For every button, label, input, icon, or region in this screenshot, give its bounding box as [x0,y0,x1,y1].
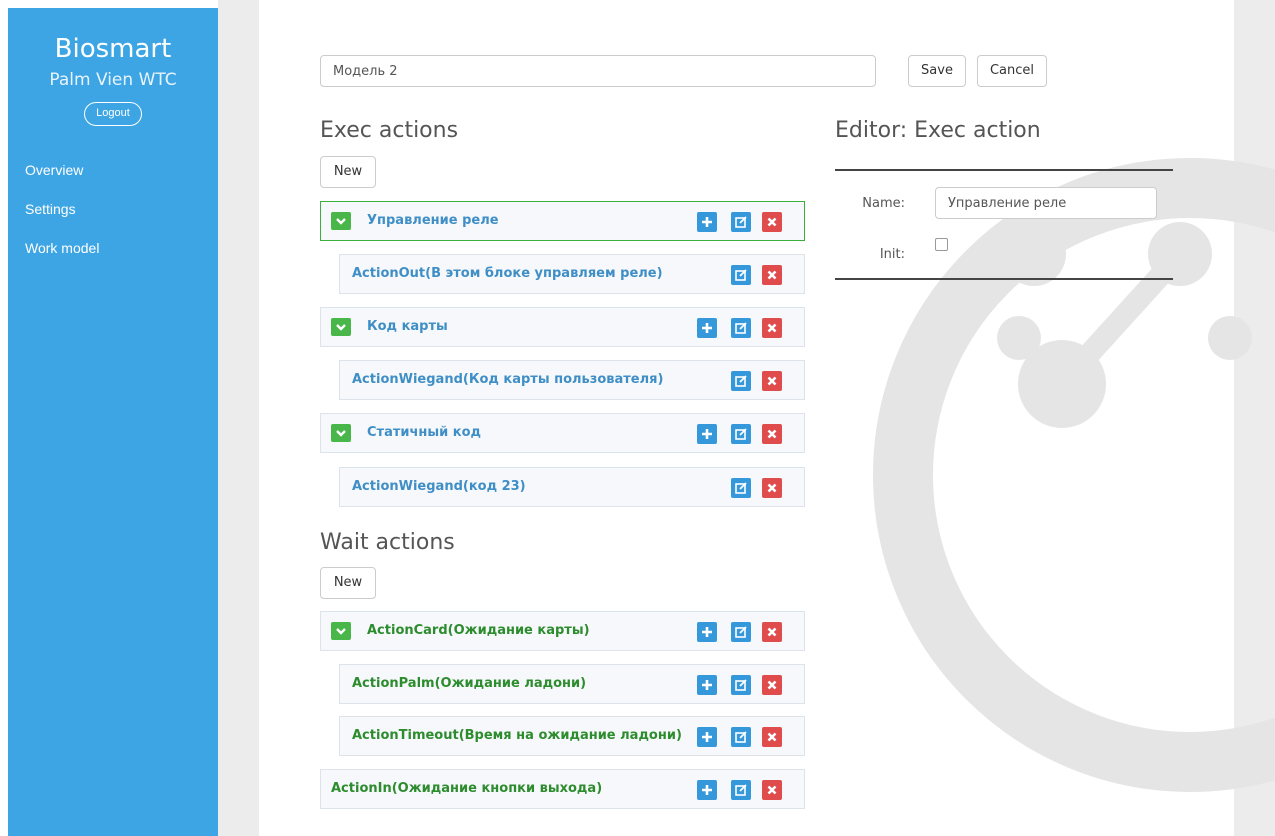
init-checkbox[interactable] [935,238,948,251]
row-label: ActionCard(Ожидание карты) [367,623,590,638]
edit-icon[interactable] [731,478,751,498]
row-label: ActionIn(Ожидание кнопки выхода) [331,781,603,796]
close-icon[interactable] [762,265,782,285]
wait-action-row[interactable]: ActionIn(Ожидание кнопки выхода) [320,769,805,809]
chevron-down-icon[interactable] [331,622,351,640]
edit-icon[interactable] [731,318,751,338]
exec-action-row[interactable]: Статичный код [320,413,805,453]
close-icon[interactable] [762,318,782,338]
close-icon[interactable] [762,780,782,800]
exec-action-row[interactable]: Код карты [320,307,805,347]
plus-icon[interactable] [697,212,717,232]
plus-icon[interactable] [697,424,717,444]
plus-icon[interactable] [697,318,717,338]
model-name-input[interactable] [320,55,876,87]
edit-icon[interactable] [731,675,751,695]
close-icon[interactable] [762,212,782,232]
exec-action-row[interactable]: Управление реле [320,201,805,241]
row-label: Код карты [367,319,448,334]
exec-action-subrow[interactable]: ActionWiegand(Код карты пользователя) [339,360,805,400]
chevron-down-icon[interactable] [331,212,351,230]
edit-icon[interactable] [731,622,751,642]
logout-button[interactable]: Logout [84,102,142,126]
plus-icon[interactable] [697,727,717,747]
exec-new-button[interactable]: New [320,156,376,188]
row-label: Статичный код [367,425,482,440]
close-icon[interactable] [762,622,782,642]
row-label: ActionOut(В этом блоке управляем реле) [352,266,663,281]
brand-title: Biosmart [54,34,172,64]
close-icon[interactable] [762,371,782,391]
wait-action-subrow[interactable]: ActionPalm(Ожидание ладони) [339,664,805,704]
sidebar-item-work-model[interactable]: Work model [8,240,218,279]
wait-new-button[interactable]: New [320,567,376,599]
plus-icon[interactable] [697,675,717,695]
row-label: ActionPalm(Ожидание ладони) [352,676,587,691]
editor-divider-bottom [835,278,1173,280]
wait-actions-title: Wait actions [320,530,455,555]
edit-icon[interactable] [731,371,751,391]
sidebar-item-settings[interactable]: Settings [8,201,218,240]
chevron-down-icon[interactable] [331,424,351,442]
plus-icon[interactable] [697,780,717,800]
edit-icon[interactable] [731,212,751,232]
close-icon[interactable] [762,478,782,498]
row-label: ActionWiegand(Код карты пользователя) [352,372,664,387]
exec-action-subrow[interactable]: ActionOut(В этом блоке управляем реле) [339,254,805,294]
sidebar-nav: Overview Settings Work model [8,162,218,279]
main-content: Save Cancel Exec actions New Управление … [259,0,1234,836]
init-label: Init: [879,247,905,262]
sidebar-item-overview[interactable]: Overview [8,162,218,201]
close-icon[interactable] [762,727,782,747]
close-icon[interactable] [762,424,782,444]
editor-title: Editor: Exec action [835,118,1041,143]
plus-icon[interactable] [697,622,717,642]
brand-subtitle: Palm Vien WTC [49,70,177,90]
wait-action-row[interactable]: ActionCard(Ожидание карты) [320,611,805,651]
edit-icon[interactable] [731,780,751,800]
exec-actions-title: Exec actions [320,118,459,143]
name-label: Name: [862,196,905,211]
sidebar: Biosmart Palm Vien WTC Logout Overview S… [8,8,218,836]
row-label: Управление реле [367,213,499,228]
close-icon[interactable] [762,675,782,695]
edit-icon[interactable] [731,424,751,444]
row-label: ActionTimeout(Время на ожидание ладони) [352,728,682,743]
edit-icon[interactable] [731,265,751,285]
chevron-down-icon[interactable] [331,318,351,336]
left-gutter [218,0,259,836]
wait-action-subrow[interactable]: ActionTimeout(Время на ожидание ладони) [339,716,805,756]
editor-divider-top [835,169,1173,171]
edit-icon[interactable] [731,727,751,747]
save-button[interactable]: Save [908,55,966,87]
exec-action-subrow[interactable]: ActionWiegand(код 23) [339,467,805,507]
action-name-input[interactable] [935,187,1157,219]
cancel-button[interactable]: Cancel [977,55,1047,87]
row-label: ActionWiegand(код 23) [352,479,526,494]
